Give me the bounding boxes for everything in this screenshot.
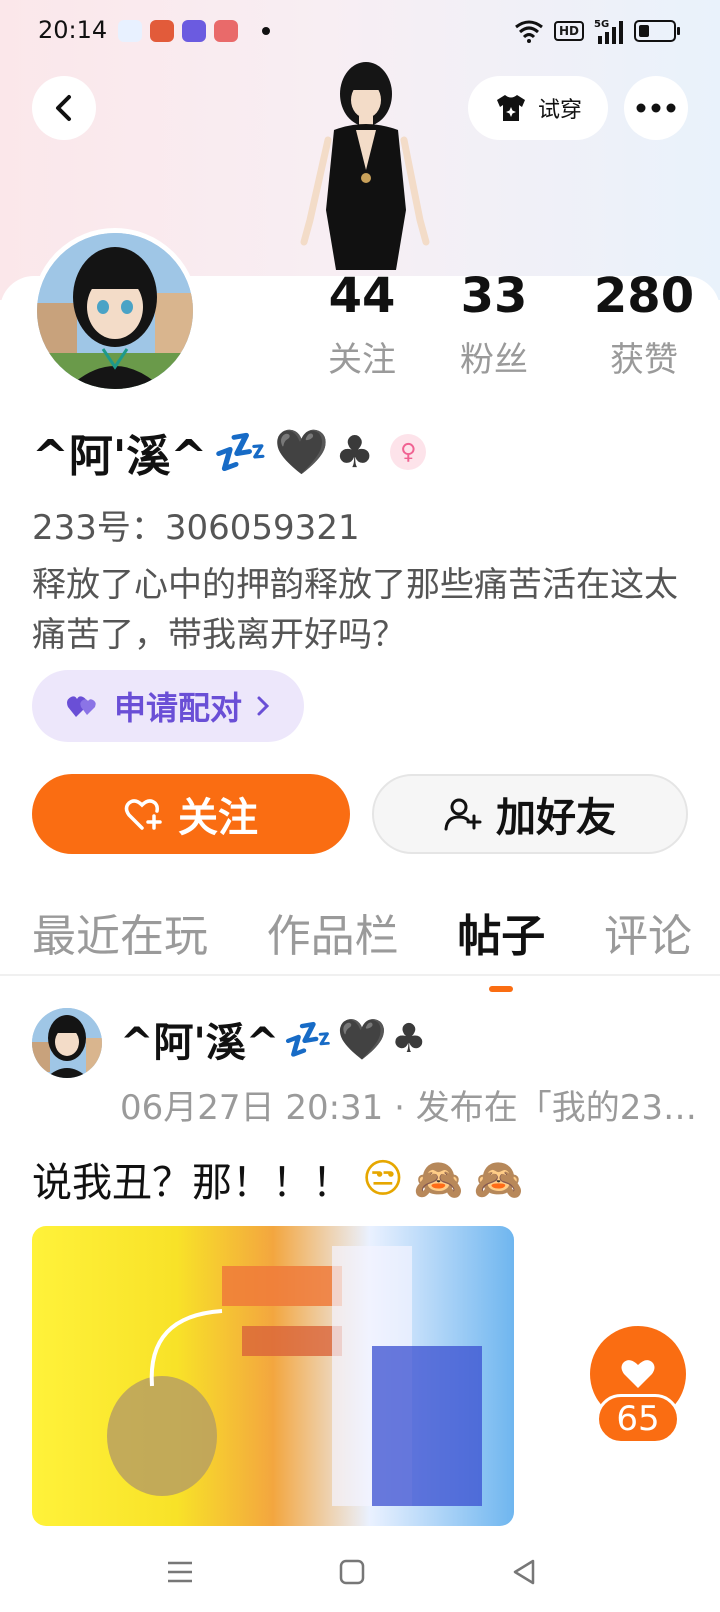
tab-comments[interactable]: 评论 xyxy=(604,900,692,964)
app-notification-icon xyxy=(182,20,206,42)
double-heart-icon xyxy=(66,696,96,717)
stat-likes-value: 280 xyxy=(593,268,695,324)
browser-notification-icon xyxy=(118,20,142,42)
chevron-right-icon xyxy=(257,696,270,716)
female-gender-icon: ♀ xyxy=(390,434,427,470)
follow-label: 关注 xyxy=(178,795,258,841)
battery-level xyxy=(639,25,649,37)
add-friend-button[interactable]: 加好友 xyxy=(372,774,688,854)
signal-icon: 5G xyxy=(594,19,623,44)
back-button[interactable] xyxy=(32,76,96,140)
post-image-content xyxy=(107,1246,482,1506)
recent-apps-button[interactable] xyxy=(160,1552,200,1592)
post-black-heart-emoji: 🖤 xyxy=(337,1016,387,1063)
black-heart-emoji: 🖤 xyxy=(274,427,329,478)
tab-posts[interactable]: 帖子 xyxy=(457,900,546,992)
stat-likes[interactable]: 280 获赞 xyxy=(584,268,704,381)
post-zzz-emoji: 💤 xyxy=(283,1016,334,1063)
triangle-back-icon xyxy=(513,1559,535,1585)
post-text: 说我丑？那！！！ xyxy=(32,1160,352,1206)
club-suit-emoji: ♣ xyxy=(334,426,375,478)
system-navigation-bar xyxy=(0,1528,720,1612)
hd-badge: HD xyxy=(553,21,584,41)
active-tab-indicator xyxy=(489,986,514,992)
status-right: HD 5G xyxy=(514,18,680,44)
try-on-label: 试穿 xyxy=(537,98,582,123)
status-notification-icons xyxy=(118,20,270,42)
stat-following-label: 关注 xyxy=(328,340,396,380)
status-bar: 20:14 HD 5G xyxy=(0,0,720,64)
see-no-evil-monkey-emoji: 🙈 xyxy=(413,1156,464,1203)
wifi-icon xyxy=(515,20,543,43)
chat-notification-icon xyxy=(214,20,238,42)
user-avatar[interactable] xyxy=(32,228,198,394)
post-club-suit-emoji: ♣ xyxy=(390,1016,427,1062)
post-author-text: ^阿'溪^ xyxy=(120,1020,280,1066)
profile-tabs: 最近在玩 作品栏 帖子 评论 xyxy=(32,900,692,992)
more-notifications-dot xyxy=(262,27,270,35)
stat-following-value: 44 xyxy=(328,268,396,324)
user-id: 233号：306059321 xyxy=(32,508,360,548)
tab-works[interactable]: 作品栏 xyxy=(267,900,399,964)
more-dots-icon xyxy=(636,103,676,113)
more-button[interactable] xyxy=(624,76,688,140)
game-notification-icon xyxy=(150,20,174,42)
post-avatar-portrait-image xyxy=(32,1008,102,1078)
unamused-face-emoji: 😒 xyxy=(362,1156,404,1202)
user-bio: 释放了心中的押韵释放了那些痛苦活在这太痛苦了，带我离开好吗？ xyxy=(32,565,678,655)
heart-plus-icon xyxy=(124,799,162,830)
battery-icon xyxy=(634,20,680,42)
profile-nickname: ^阿'溪^ 💤 🖤 ♣ ♀ xyxy=(32,420,427,484)
tshirt-icon xyxy=(496,95,525,121)
add-person-icon xyxy=(444,798,482,831)
heart-icon xyxy=(621,1360,655,1388)
menu-icon xyxy=(168,1561,192,1583)
back-nav-button[interactable] xyxy=(504,1552,544,1592)
add-friend-label: 加好友 xyxy=(496,795,616,841)
stat-followers-label: 粉丝 xyxy=(460,340,528,380)
avatar-portrait-image xyxy=(37,233,193,389)
network-type-label: 5G xyxy=(594,19,609,30)
apply-pair-label: 申请配对 xyxy=(113,689,242,727)
try-on-button[interactable]: 试穿 xyxy=(468,76,608,140)
zzz-emoji: 💤 xyxy=(213,427,269,478)
see-no-evil-monkey-emoji: 🙈 xyxy=(473,1156,524,1203)
status-time: 20:14 xyxy=(38,16,108,44)
stat-followers-value: 33 xyxy=(460,268,528,324)
chevron-left-icon xyxy=(56,95,71,121)
square-icon xyxy=(339,1559,365,1585)
tabs-divider xyxy=(0,974,720,976)
like-count: 65 xyxy=(596,1394,680,1444)
tab-recently-played[interactable]: 最近在玩 xyxy=(32,900,208,964)
home-button[interactable] xyxy=(332,1552,372,1592)
post-meta[interactable]: 06月27日 20:31 · 发布在「我的23… xyxy=(120,1080,720,1129)
nickname-text: ^阿'溪^ xyxy=(32,431,208,482)
stat-likes-label: 获赞 xyxy=(610,340,678,380)
stat-followers[interactable]: 33 粉丝 xyxy=(434,268,554,381)
tab-posts-label: 帖子 xyxy=(457,911,546,962)
post-image[interactable] xyxy=(32,1226,514,1526)
post-content[interactable]: 说我丑？那！！！ 😒 🙈 🙈 xyxy=(32,1150,523,1208)
avatar-3d-figure[interactable] xyxy=(290,60,440,280)
apply-pair-button[interactable]: 申请配对 xyxy=(32,670,304,742)
stat-following[interactable]: 44 关注 xyxy=(302,268,422,381)
post-author-avatar[interactable] xyxy=(32,1008,102,1078)
follow-button[interactable]: 关注 xyxy=(32,774,350,854)
post-author-name[interactable]: ^阿'溪^ 💤 🖤 ♣ xyxy=(120,1010,427,1068)
